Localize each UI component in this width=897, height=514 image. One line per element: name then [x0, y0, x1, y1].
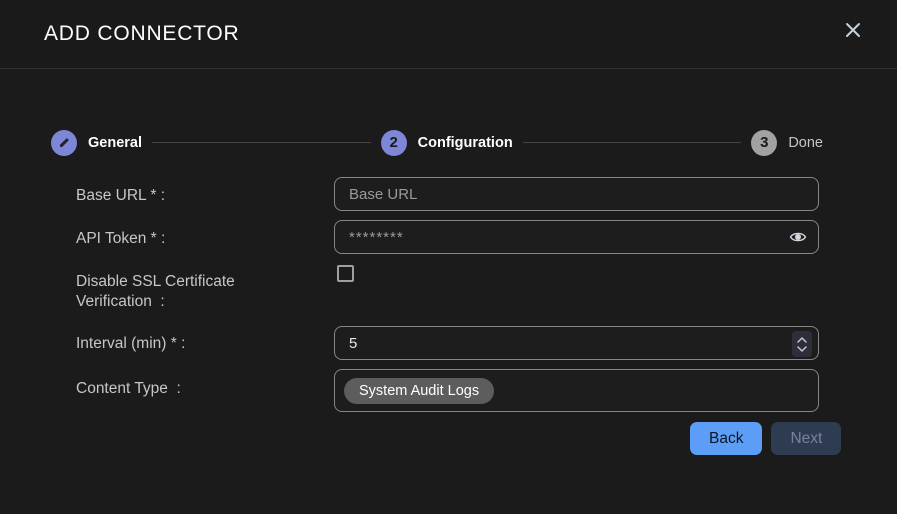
toggle-password-visibility-button[interactable] — [786, 225, 810, 249]
modal-body: General 2 Configuration 3 Done Base URL … — [0, 69, 897, 513]
base-url-input[interactable] — [335, 178, 818, 210]
step-done-label: Done — [788, 135, 823, 151]
api-token-input[interactable] — [335, 221, 818, 253]
content-type-field[interactable]: System Audit Logs — [334, 369, 819, 412]
pencil-icon — [58, 136, 71, 149]
step-done: 3 Done — [751, 130, 823, 156]
action-buttons: Back Next — [690, 422, 841, 455]
step-configuration[interactable]: 2 Configuration — [381, 130, 513, 156]
step-configuration-badge: 2 — [381, 130, 407, 156]
stepper-connector — [152, 142, 371, 143]
step-configuration-label: Configuration — [418, 135, 513, 151]
close-icon — [843, 20, 863, 40]
step-general[interactable]: General — [51, 130, 142, 156]
content-type-tag[interactable]: System Audit Logs — [344, 378, 494, 404]
modal-header: ADD CONNECTOR — [0, 0, 897, 69]
ssl-verification-label: Disable SSL Certificate Verification : — [76, 272, 271, 312]
step-general-label: General — [88, 135, 142, 151]
next-button[interactable]: Next — [771, 422, 841, 455]
chevron-down-icon — [797, 346, 807, 352]
api-token-field — [334, 220, 819, 254]
modal-title: ADD CONNECTOR — [44, 22, 240, 46]
ssl-verification-checkbox[interactable] — [337, 265, 354, 282]
content-type-label: Content Type : — [76, 379, 271, 399]
base-url-field — [334, 177, 819, 211]
interval-label: Interval (min) * : — [76, 334, 271, 354]
chevron-up-icon — [797, 337, 807, 343]
interval-field — [334, 326, 819, 360]
back-button[interactable]: Back — [690, 422, 762, 455]
stepper: General 2 Configuration 3 Done — [51, 129, 823, 156]
number-stepper[interactable] — [792, 331, 812, 357]
api-token-label: API Token * : — [76, 229, 271, 249]
close-button[interactable] — [841, 18, 865, 42]
add-connector-modal: ADD CONNECTOR General 2 Configuration — [0, 0, 897, 514]
eye-icon — [789, 230, 807, 244]
interval-input[interactable] — [335, 327, 818, 359]
step-done-badge: 3 — [751, 130, 777, 156]
stepper-connector — [523, 142, 742, 143]
step-general-badge — [51, 130, 77, 156]
base-url-label: Base URL * : — [76, 186, 271, 206]
